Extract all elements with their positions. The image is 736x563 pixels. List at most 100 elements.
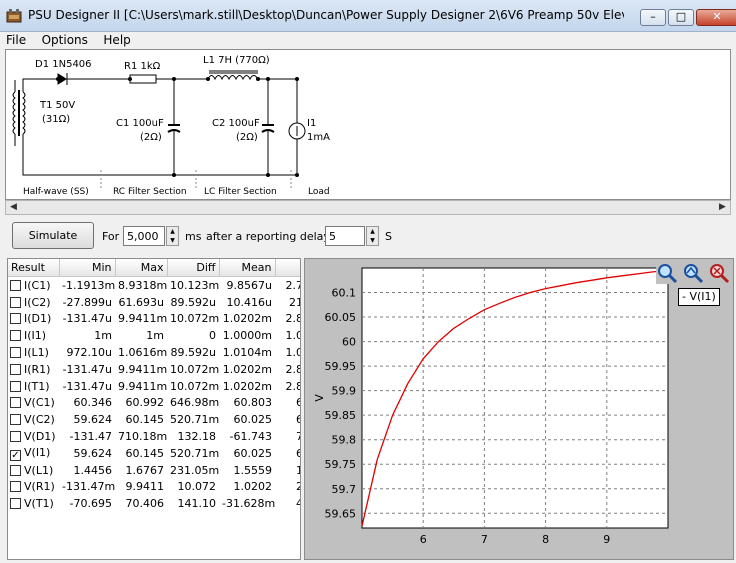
plot-panel[interactable]: 6 7 8 9 59.65 59.7 59.75 59.8 59.85 59.9 59.95 60 60… xyxy=(304,258,734,560)
result-diff: 89.592u xyxy=(170,295,216,309)
result-checkbox[interactable] xyxy=(10,330,21,342)
table-row[interactable]: V(L1) 1.4456 1.6767 231.05m 1.55591 xyxy=(8,462,300,479)
result-mean: 60.025 xyxy=(233,413,273,427)
spin-up-icon[interactable]: ▲ xyxy=(167,227,178,236)
col-diff[interactable]: Diff xyxy=(167,259,220,277)
result-extra: 6 xyxy=(275,445,300,462)
table-row[interactable]: I(T1) -131.47u 9.9411m10.072m1.0202m 2.8 xyxy=(8,378,300,395)
y-tick-label: 59.9 xyxy=(332,385,357,398)
d1-label: D1 1N5406 xyxy=(35,59,92,70)
result-mean: 1.0104m xyxy=(222,346,272,360)
menu-file[interactable]: File xyxy=(0,32,32,49)
result-checkbox[interactable] xyxy=(10,431,21,443)
result-extra: 2.8 xyxy=(285,362,301,376)
duration-input[interactable] xyxy=(123,226,165,246)
x-tick-label: 7 xyxy=(481,533,488,546)
spin-up-icon[interactable]: ▲ xyxy=(367,227,378,236)
scroll-right-icon[interactable]: ▶ xyxy=(715,201,730,214)
result-min: 59.624 xyxy=(73,413,113,427)
table-row[interactable]: V(C2) 59.624 60.145 520.71m 60.0256 xyxy=(8,411,300,428)
result-max: 9.9411m xyxy=(118,362,167,376)
voltage-chart[interactable]: 6 7 8 9 59.65 59.7 59.75 59.8 59.85 59.9 59.95 60 60… xyxy=(305,259,733,559)
result-min: -27.899u xyxy=(62,295,112,309)
result-name: V(C2) xyxy=(24,413,55,427)
menu-help[interactable]: Help xyxy=(97,32,136,49)
zoom-reset-icon[interactable] xyxy=(708,262,730,284)
schematic-canvas[interactable]: D1 1N5406 R1 1kΩ L1 7H (770Ω) T1 50V (31… xyxy=(5,49,731,200)
table-row[interactable]: V(T1) -70.695 70.406 141.10 -31.628m4 xyxy=(8,495,300,512)
table-row[interactable]: V(C1) 60.346 60.992 646.98m 60.8036 xyxy=(8,395,300,412)
result-checkbox[interactable] xyxy=(10,414,21,426)
result-checkbox[interactable] xyxy=(10,313,21,325)
table-row[interactable]: V(R1) -131.47m 9.9411 10.072 1.02022 xyxy=(8,479,300,496)
result-extra: 6 xyxy=(275,411,300,428)
r1-label: R1 1kΩ xyxy=(124,61,161,72)
result-max: 60.145 xyxy=(125,413,165,427)
result-mean: 1.0202m xyxy=(222,379,272,393)
col-min[interactable]: Min xyxy=(59,259,116,277)
result-diff: 231.05m xyxy=(170,463,219,477)
result-checkbox[interactable] xyxy=(10,363,21,375)
result-name: V(T1) xyxy=(24,497,54,511)
spin-down-icon[interactable]: ▼ xyxy=(367,236,378,245)
col-result[interactable]: Result xyxy=(8,259,60,277)
scroll-left-icon[interactable]: ◀ xyxy=(6,201,21,214)
for-label: For xyxy=(102,230,120,243)
result-diff: 10.123m xyxy=(170,278,219,292)
c1-res-label: (2Ω) xyxy=(140,132,162,143)
result-max: 1m xyxy=(146,329,164,343)
result-checkbox[interactable] xyxy=(10,347,21,359)
result-checkbox[interactable] xyxy=(10,279,21,291)
schematic-scrollbar[interactable]: ◀ ▶ xyxy=(5,200,731,215)
result-max: 1.0616m xyxy=(118,346,167,360)
i1-value-label: 1mA xyxy=(307,132,330,143)
table-row[interactable]: ✓V(I1) 59.624 60.145 520.71m 60.0256 xyxy=(8,445,300,462)
result-extra: 2.7 xyxy=(285,278,301,292)
result-min: -1.1913m xyxy=(62,278,115,292)
result-checkbox[interactable] xyxy=(10,296,21,308)
menu-options[interactable]: Options xyxy=(36,32,94,49)
table-row[interactable]: I(D1) -131.47u 9.9411m10.072m1.0202m 2.8 xyxy=(8,311,300,328)
spin-down-icon[interactable]: ▼ xyxy=(167,236,178,245)
result-min: 1m xyxy=(94,329,112,343)
table-row[interactable]: I(R1) -131.47u 9.9411m10.072m1.0202m 2.8 xyxy=(8,361,301,378)
delay-input[interactable] xyxy=(325,226,365,246)
table-row[interactable]: I(L1) 972.10u 1.0616m89.592u 1.0104m 1.0 xyxy=(8,344,300,361)
c1-name-label: C1 100uF xyxy=(116,118,164,129)
col-extra[interactable] xyxy=(275,259,300,277)
result-min: -131.47 xyxy=(69,430,112,444)
section-load: Load xyxy=(308,187,330,197)
menu-bar: File Options Help xyxy=(0,32,736,49)
y-tick-label: 59.65 xyxy=(325,507,357,520)
table-row[interactable]: V(D1) -131.47 710.18m 132.18 -61.7437 xyxy=(8,428,300,445)
result-name: I(C1) xyxy=(24,278,51,292)
result-checkbox[interactable] xyxy=(10,464,21,476)
result-name: I(I1) xyxy=(24,329,47,343)
i1-name-label: I1 xyxy=(307,118,317,129)
x-tick-label: 9 xyxy=(603,533,610,546)
result-checkbox[interactable]: ✓ xyxy=(10,449,21,461)
col-max[interactable]: Max xyxy=(115,259,168,277)
zoom-in-icon[interactable] xyxy=(656,262,678,284)
table-row[interactable]: I(C2) -27.899u 61.693u 89.592u 10.416u 21 xyxy=(8,294,300,311)
result-max: 70.406 xyxy=(125,497,165,511)
inductor-symbol xyxy=(207,75,259,81)
table-row[interactable]: I(I1) 1m 1m 0 1.0000m 1.0 xyxy=(8,327,300,344)
result-checkbox[interactable] xyxy=(10,498,21,510)
results-table[interactable]: Result Min Max Diff Mean I(C1) -1.1913m 8.… xyxy=(7,258,301,560)
result-checkbox[interactable] xyxy=(10,481,21,493)
result-checkbox[interactable] xyxy=(10,397,21,409)
maximize-button[interactable]: □ xyxy=(668,9,694,26)
table-row[interactable]: I(C1) -1.1913m8.9318m10.123m 9.8567u 2.7 xyxy=(8,277,301,294)
delay-spinner[interactable]: ▲ ▼ xyxy=(366,226,379,246)
result-min: 1.4456 xyxy=(73,463,113,477)
close-button[interactable]: ✕ xyxy=(696,9,736,26)
y-tick-label: 59.7 xyxy=(332,483,357,496)
x-tick-label: 6 xyxy=(420,533,427,546)
result-checkbox[interactable] xyxy=(10,380,21,392)
zoom-out-icon[interactable] xyxy=(682,262,704,284)
minimize-button[interactable]: – xyxy=(640,9,666,26)
simulate-button[interactable]: Simulate xyxy=(12,222,94,249)
col-mean[interactable]: Mean xyxy=(219,259,276,277)
duration-spinner[interactable]: ▲ ▼ xyxy=(166,226,179,246)
